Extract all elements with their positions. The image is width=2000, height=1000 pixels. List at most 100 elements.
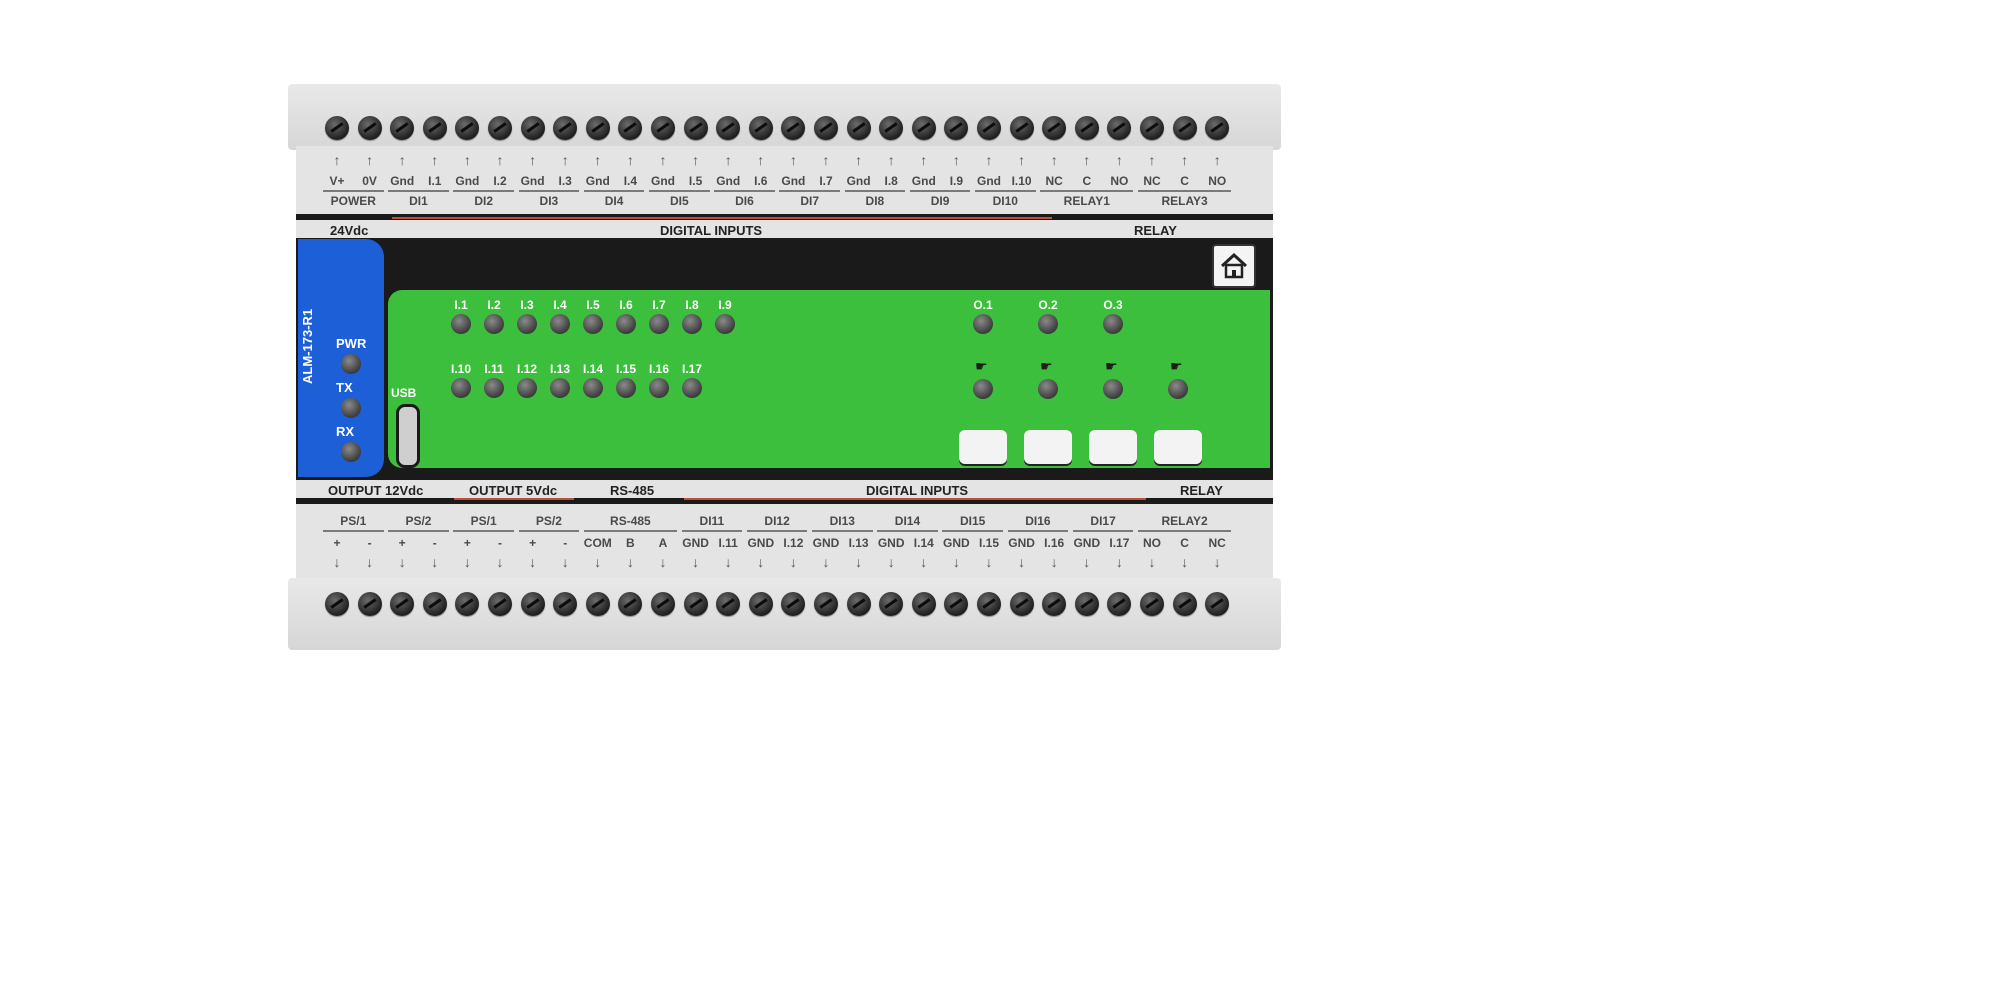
- terminal-screw[interactable]: [651, 592, 675, 616]
- arrow-up-icon: ↑: [659, 152, 667, 168]
- pin-label: +: [529, 536, 537, 550]
- pin-label: Gnd: [520, 174, 545, 188]
- terminal-screw[interactable]: [911, 592, 936, 616]
- terminal-screw[interactable]: [357, 592, 382, 616]
- status-led: [341, 398, 361, 418]
- terminal-screw[interactable]: [716, 592, 741, 616]
- terminal-screw[interactable]: [814, 116, 838, 140]
- arrow-down-icon: ↓: [594, 554, 602, 570]
- terminal-screw[interactable]: [520, 592, 545, 616]
- usb-label: USB: [391, 386, 417, 400]
- terminal-screw[interactable]: [1009, 592, 1034, 616]
- group-underline: [975, 190, 1036, 192]
- arrow-up-icon: ↑: [822, 152, 830, 168]
- group-label: DI17: [1090, 514, 1116, 528]
- terminal-screw[interactable]: [977, 592, 1001, 616]
- terminal-screw[interactable]: [879, 116, 904, 140]
- pin-label: I.2: [493, 174, 507, 188]
- arrow-up-icon: ↑: [952, 152, 960, 168]
- pin-label: I.12: [783, 536, 804, 550]
- pin-label: I.5: [688, 174, 703, 188]
- terminal-screw[interactable]: [1009, 116, 1034, 140]
- arrow-up-icon: ↑: [920, 152, 928, 168]
- arrow-up-icon: ↑: [1148, 152, 1156, 168]
- pin-label: I.4: [623, 174, 638, 188]
- terminal-screw[interactable]: [553, 116, 578, 140]
- input-led: [649, 378, 669, 398]
- terminal-screw[interactable]: [846, 592, 871, 616]
- group-label: RELAY1: [1063, 194, 1110, 208]
- input-led-label: I.4: [553, 298, 567, 312]
- terminal-screw[interactable]: [1042, 116, 1067, 140]
- arrow-down-icon: ↓: [724, 554, 732, 570]
- top-inputs-accent-line: [392, 217, 1052, 219]
- arrow-up-icon: ↑: [724, 152, 732, 168]
- terminal-screw[interactable]: [422, 592, 447, 616]
- terminal-screw[interactable]: [651, 116, 675, 140]
- arrow-up-icon: ↑: [496, 152, 504, 168]
- pin-label: +: [398, 536, 406, 550]
- arrow-down-icon: ↓: [463, 554, 471, 570]
- pin-label: GND: [682, 536, 709, 550]
- terminal-screw[interactable]: [325, 592, 349, 616]
- terminal-screw[interactable]: [553, 592, 578, 616]
- arrow-down-icon: ↓: [789, 554, 797, 570]
- pin-label: Gnd: [455, 174, 480, 188]
- terminal-screw[interactable]: [1074, 592, 1099, 616]
- terminal-screw[interactable]: [683, 116, 708, 140]
- terminal-screw[interactable]: [390, 116, 415, 140]
- terminal-screw[interactable]: [585, 592, 610, 616]
- terminal-screw[interactable]: [748, 592, 773, 616]
- usb-c-port[interactable]: [396, 404, 420, 468]
- din-rail-module: 24Vdc DIGITAL INPUTS RELAY ALM-173-R1 US…: [288, 84, 1281, 650]
- arrow-up-icon: ↑: [561, 152, 569, 168]
- header-relay-bottom: RELAY: [1180, 483, 1223, 498]
- terminal-screw[interactable]: [488, 116, 512, 140]
- terminal-screw[interactable]: [716, 116, 741, 140]
- pin-label: GND: [1073, 536, 1101, 550]
- pin-label: GND: [943, 536, 970, 550]
- terminal-screw[interactable]: [1172, 592, 1197, 616]
- terminal-screw[interactable]: [1140, 592, 1164, 616]
- input-led: [682, 314, 702, 334]
- terminal-screw[interactable]: [1042, 592, 1067, 616]
- override-button[interactable]: [1154, 430, 1202, 464]
- terminal-screw[interactable]: [814, 592, 838, 616]
- arrow-down-icon: ↓: [985, 554, 993, 570]
- terminal-screw[interactable]: [683, 592, 708, 616]
- override-button[interactable]: [1024, 430, 1072, 464]
- terminal-screw[interactable]: [879, 592, 904, 616]
- group-label: DI8: [865, 194, 885, 208]
- terminal-screw[interactable]: [1172, 116, 1197, 140]
- output-led: [1038, 314, 1058, 334]
- group-underline: [909, 190, 971, 192]
- terminal-screw[interactable]: [846, 116, 871, 140]
- terminal-screw[interactable]: [911, 116, 936, 140]
- terminal-screw[interactable]: [748, 116, 773, 140]
- group-label: DI5: [669, 194, 689, 208]
- terminal-screw[interactable]: [325, 116, 349, 140]
- terminal-screw[interactable]: [357, 116, 382, 140]
- terminal-screw[interactable]: [488, 592, 512, 616]
- arrow-up-icon: ↑: [887, 152, 895, 168]
- terminal-screw[interactable]: [422, 116, 447, 140]
- arrow-up-icon: ↑: [431, 152, 439, 168]
- terminal-screw[interactable]: [390, 592, 415, 616]
- terminal-screw[interactable]: [1140, 116, 1164, 140]
- override-button[interactable]: [1089, 430, 1137, 464]
- input-led: [682, 378, 702, 398]
- terminal-screw[interactable]: [585, 116, 610, 140]
- terminal-screw[interactable]: [1074, 116, 1099, 140]
- input-led-label: I.17: [681, 362, 702, 376]
- pin-label: Gnd: [911, 174, 936, 188]
- terminal-screw[interactable]: [520, 116, 545, 140]
- terminal-screw[interactable]: [1205, 116, 1230, 140]
- pin-label: C: [1180, 536, 1189, 550]
- terminal-screw[interactable]: [977, 116, 1001, 140]
- arrow-down-icon: ↓: [496, 554, 504, 570]
- group-underline: [1007, 530, 1069, 532]
- pin-label: Gnd: [781, 174, 806, 188]
- group-underline: [681, 530, 743, 532]
- override-button[interactable]: [959, 430, 1007, 464]
- terminal-screw[interactable]: [1205, 592, 1230, 616]
